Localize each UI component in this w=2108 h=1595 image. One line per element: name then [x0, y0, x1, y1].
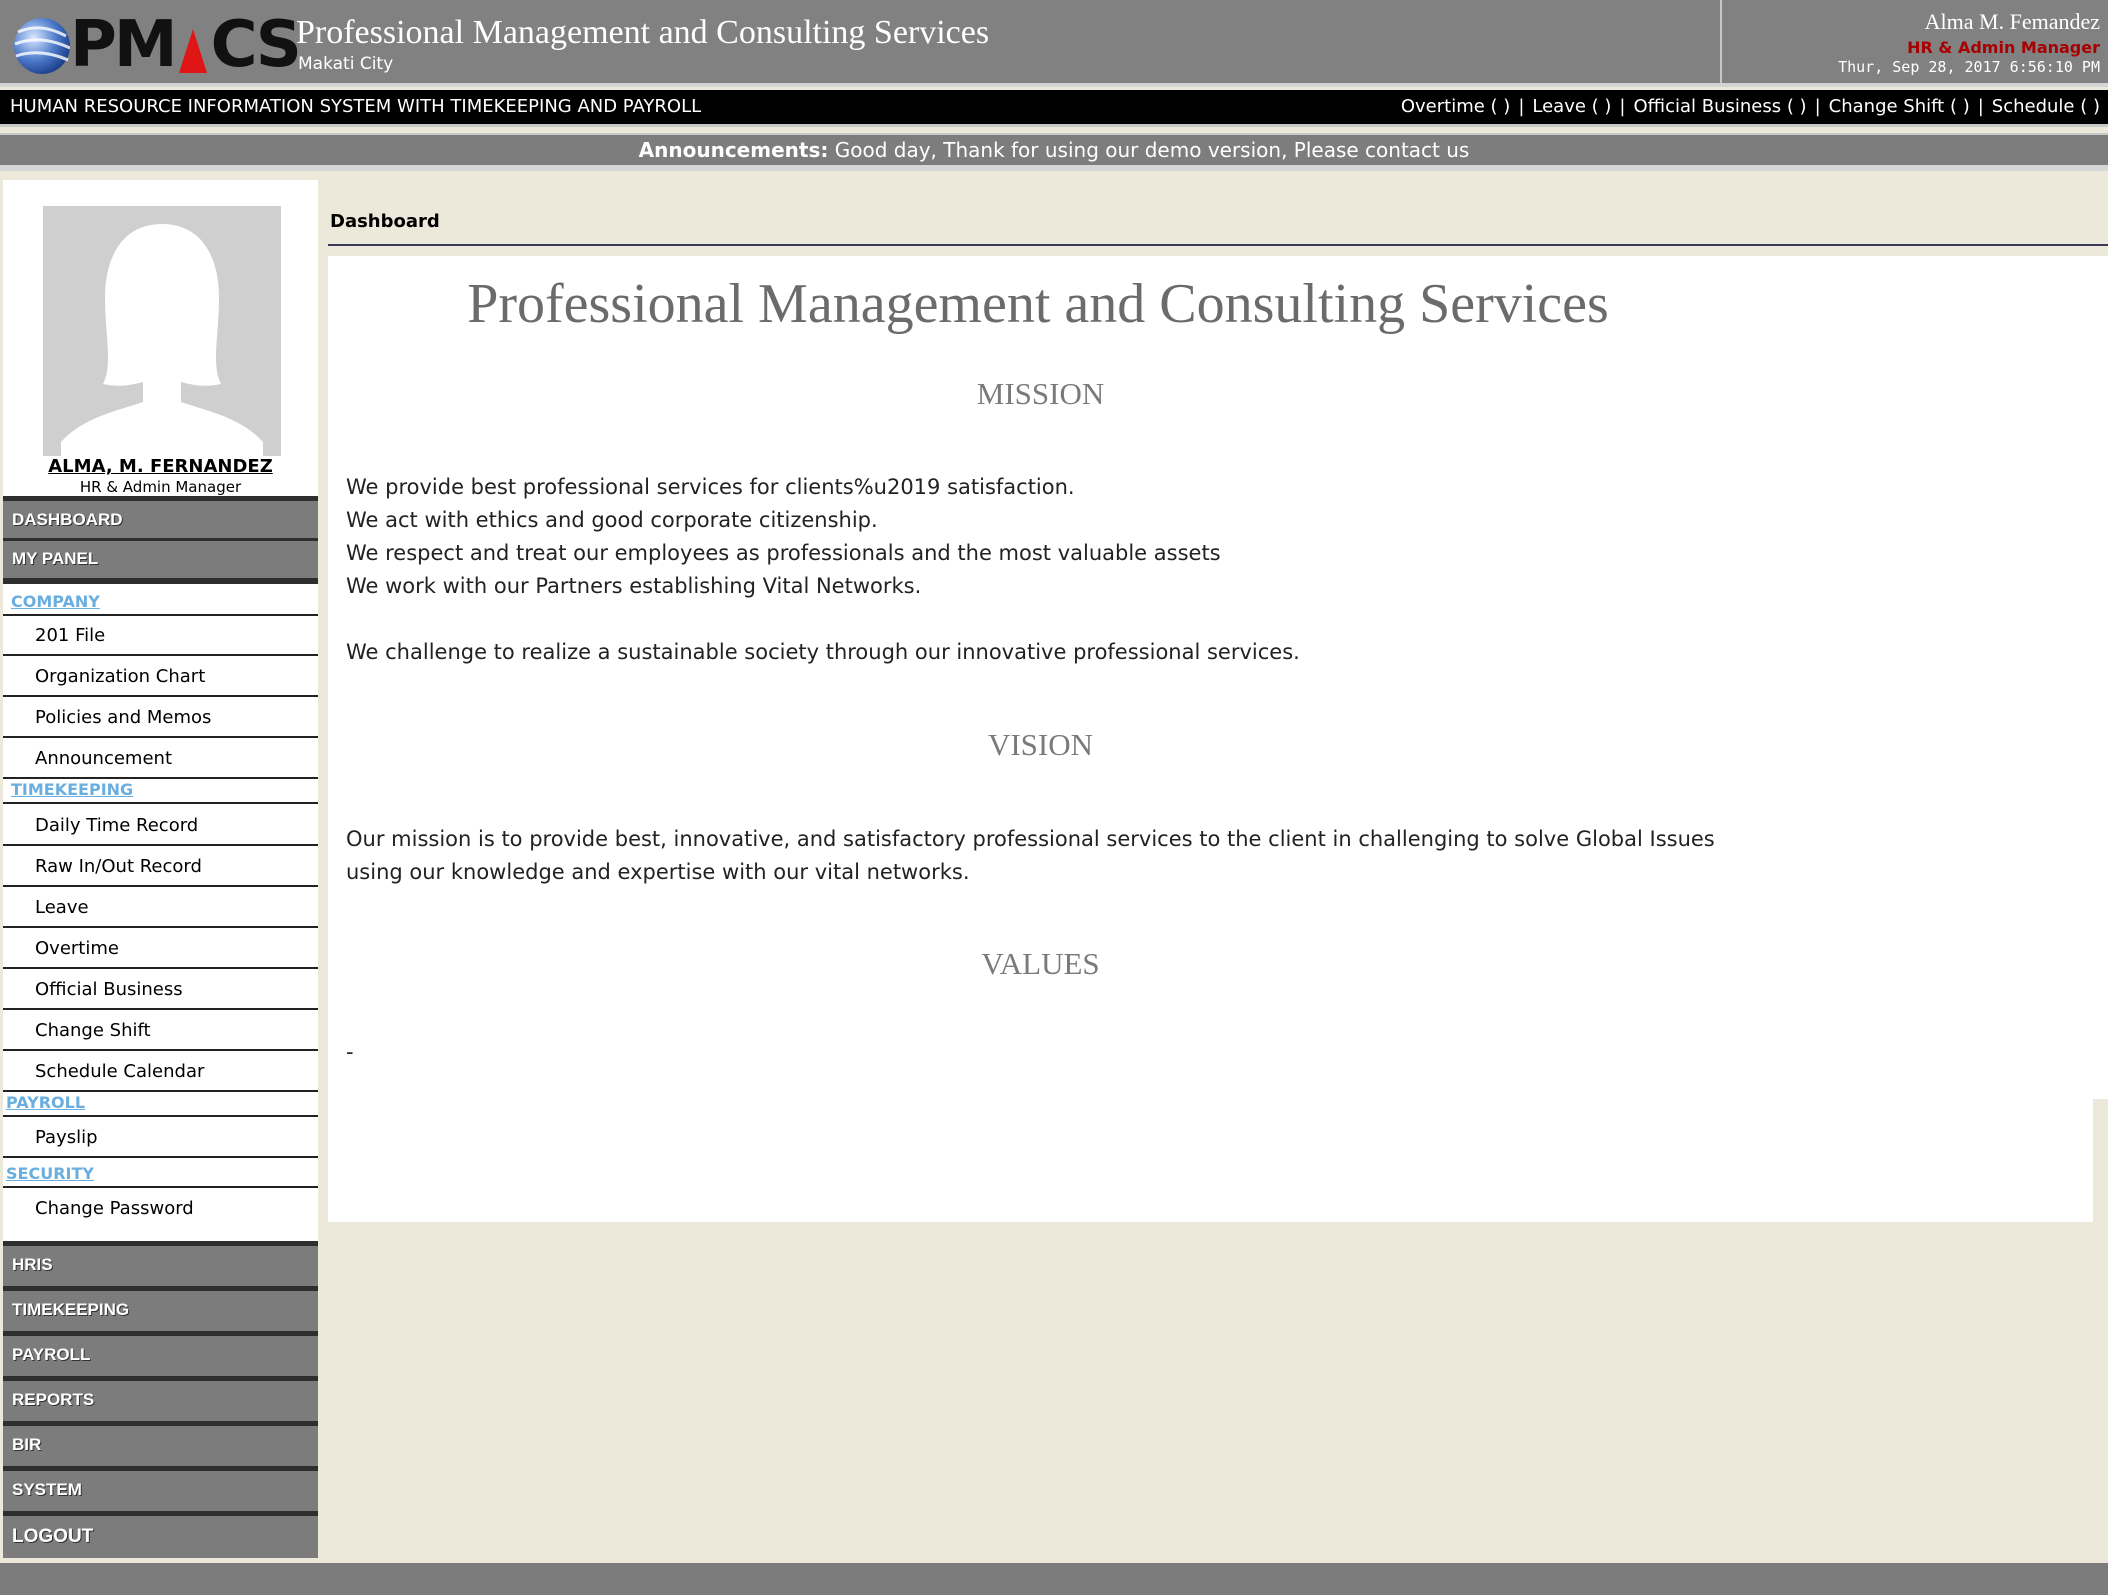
sidebar-module-hris[interactable]: HRIS	[3, 1241, 318, 1286]
sidebar-dashboard[interactable]: DASHBOARD	[3, 496, 318, 538]
logo-text-right: CS	[210, 8, 302, 82]
sidebar-my-panel-label: MY PANEL	[12, 549, 99, 568]
header-datetime: Thur, Sep 28, 2017 6:56:10 PM	[1838, 58, 2100, 76]
announcement-label: Announcements:	[638, 138, 829, 162]
quicklink-overtime[interactable]: Overtime ( )	[1401, 96, 1510, 117]
top-nav-bar: HUMAN RESOURCE INFORMATION SYSTEM WITH T…	[0, 90, 2108, 127]
announcement-bar: Announcements: Good day, Thank for using…	[0, 133, 2108, 171]
link-separator: |	[1814, 96, 1821, 117]
quicklink-schedule[interactable]: Schedule ( )	[1992, 96, 2100, 117]
breadcrumb: Dashboard	[328, 207, 2108, 246]
mission-line: We provide best professional services fo…	[346, 475, 1075, 499]
sidebar-item-announcement[interactable]: Announcement	[3, 739, 318, 779]
sidebar: ALMA, M. FERNANDEZ HR & Admin Manager DA…	[3, 180, 318, 1558]
sidebar-module-label: PAYROLL	[12, 1345, 91, 1364]
link-separator: |	[1977, 96, 1984, 117]
pending-requests-links: Overtime ( ) | Leave ( ) | Official Business…	[1401, 96, 2100, 117]
mission-text: We provide best professional services fo…	[346, 471, 1300, 669]
sidebar-item-change-shift[interactable]: Change Shift	[3, 1011, 318, 1051]
sidebar-module-label: TIMEKEEPING	[12, 1300, 130, 1319]
sidebar-item-201-file[interactable]: 201 File	[3, 616, 318, 656]
sidebar-module-label: BIR	[12, 1435, 42, 1454]
header-user-name: Alma M. Femandez	[1924, 9, 2100, 34]
profile-name[interactable]: ALMA, M. FERNANDEZ	[3, 456, 318, 477]
sidebar-dashboard-label: DASHBOARD	[12, 510, 123, 529]
sidebar-module-label: HRIS	[12, 1255, 53, 1274]
logo-triangle-icon	[178, 29, 207, 73]
sidebar-item-overtime[interactable]: Overtime	[3, 929, 318, 969]
logo-text-left: PM	[70, 8, 178, 82]
sidebar-category-security[interactable]: SECURITY	[3, 1164, 318, 1188]
pmcs-logo[interactable]: PM CS	[10, 8, 302, 82]
dashboard-content: Professional Management and Consulting S…	[328, 256, 2093, 1222]
mission-closing: We challenge to realize a sustainable so…	[346, 640, 1300, 664]
sidebar-item-schedule-calendar[interactable]: Schedule Calendar	[3, 1052, 318, 1092]
sidebar-item-change-password[interactable]: Change Password	[3, 1189, 318, 1229]
sidebar-module-reports[interactable]: REPORTS	[3, 1376, 318, 1421]
breadcrumb-dashboard[interactable]: Dashboard	[330, 211, 440, 232]
sidebar-module-timekeeping[interactable]: TIMEKEEPING	[3, 1286, 318, 1331]
quicklink-official-business[interactable]: Official Business ( )	[1634, 96, 1807, 117]
company-title: Professional Management and Consulting S…	[296, 14, 990, 51]
logo-wordmark: PM CS	[70, 8, 302, 82]
values-text: -	[346, 1040, 354, 1064]
vision-line: using our knowledge and expertise with o…	[346, 860, 970, 884]
user-silhouette-icon	[61, 224, 263, 456]
sidebar-logout-label: LOGOUT	[12, 1526, 94, 1547]
profile-role: HR & Admin Manager	[79, 478, 242, 496]
header-user-role: HR & Admin Manager	[1907, 38, 2100, 57]
sidebar-item-organization-chart[interactable]: Organization Chart	[3, 657, 318, 697]
link-separator: |	[1619, 96, 1626, 117]
sidebar-logout[interactable]: LOGOUT	[3, 1511, 318, 1558]
mission-heading: MISSION	[976, 376, 1105, 411]
mission-line: We act with ethics and good corporate ci…	[346, 508, 878, 532]
sidebar-item-payslip[interactable]: Payslip	[3, 1118, 318, 1158]
footer-bar	[0, 1563, 2108, 1595]
sidebar-module-payroll[interactable]: PAYROLL	[3, 1331, 318, 1376]
sidebar-module-label: SYSTEM	[12, 1480, 82, 1499]
values-heading: VALUES	[981, 946, 1100, 981]
globe-logo-icon	[14, 18, 70, 74]
sidebar-module-bir[interactable]: BIR	[3, 1421, 318, 1466]
vision-heading: VISION	[987, 727, 1094, 762]
announcement-text: Good day, Thank for using our demo versi…	[834, 138, 1470, 162]
page-title: Professional Management and Consulting S…	[467, 273, 1609, 335]
sidebar-category-company[interactable]: COMPANY	[3, 592, 318, 616]
avatar	[43, 206, 281, 456]
sidebar-category-payroll[interactable]: PAYROLL	[3, 1093, 318, 1117]
profile-name-text: ALMA, M. FERNANDEZ	[48, 456, 273, 477]
user-info-block: Alma M. Femandez HR & Admin Manager Thur…	[1720, 0, 2108, 83]
system-name: HUMAN RESOURCE INFORMATION SYSTEM WITH T…	[10, 96, 702, 117]
mission-line: We work with our Partners establishing V…	[346, 574, 922, 598]
sidebar-item-policies-and-memos[interactable]: Policies and Memos	[3, 698, 318, 738]
sidebar-my-panel[interactable]: MY PANEL	[3, 538, 318, 584]
quicklink-change-shift[interactable]: Change Shift ( )	[1829, 96, 1970, 117]
app-header: PM CS Professional Management and Consul…	[0, 0, 2108, 87]
sidebar-item-official-business[interactable]: Official Business	[3, 970, 318, 1010]
sidebar-category-timekeeping[interactable]: TIMEKEEPING	[3, 780, 318, 804]
sidebar-module-system[interactable]: SYSTEM	[3, 1466, 318, 1511]
vision-line: Our mission is to provide best, innovati…	[346, 827, 1715, 851]
company-city: Makati City	[298, 54, 394, 74]
mission-line: We respect and treat our employees as pr…	[346, 541, 1221, 565]
sidebar-item-daily-time-record[interactable]: Daily Time Record	[3, 806, 318, 846]
sidebar-module-label: REPORTS	[12, 1390, 95, 1409]
content-panel-edge	[2093, 256, 2108, 1099]
sidebar-item-leave[interactable]: Leave	[3, 888, 318, 928]
sidebar-item-raw-in-out-record[interactable]: Raw In/Out Record	[3, 847, 318, 887]
vision-text: Our mission is to provide best, innovati…	[346, 823, 1715, 889]
quicklink-leave[interactable]: Leave ( )	[1532, 96, 1611, 117]
link-separator: |	[1518, 96, 1525, 117]
